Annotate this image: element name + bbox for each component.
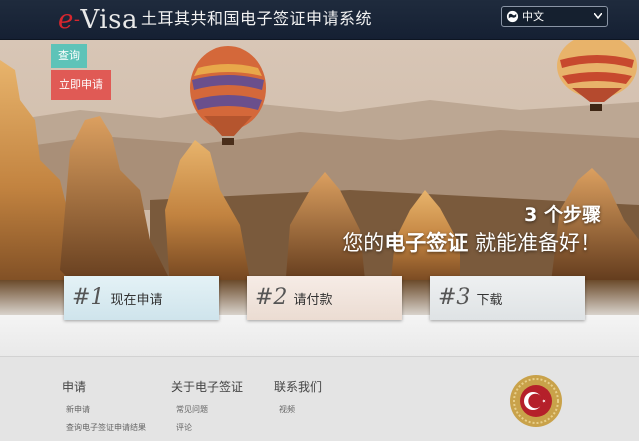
step-number: #2 (255, 285, 288, 310)
top-header: e-Visa 土耳其共和国电子签证申请系统 中文 (0, 0, 639, 40)
logo-dash: - (73, 9, 81, 30)
step-label: 现在申请 (110, 293, 163, 308)
footer-link-video[interactable]: 视频 (279, 405, 322, 415)
language-value: 中文 (522, 10, 544, 23)
headline-line2: 您的电子签证 就能准备好！ (342, 228, 601, 258)
footer-link-comments[interactable]: 评论 (176, 423, 243, 433)
footer-column-title: 申请 (62, 380, 87, 394)
headline-line1: 3 个步骤 (524, 204, 601, 226)
evisa-logo[interactable]: e-Visa (58, 5, 138, 38)
footer-column-about: 关于电子签证 常见问题 评论 (171, 379, 243, 433)
apply-now-button[interactable]: 立即申请 (51, 70, 111, 100)
step-card-download[interactable]: #3 下载 (430, 276, 585, 320)
site-title: 土耳其共和国电子签证申请系统 (141, 9, 373, 28)
logo-text: Visa (80, 5, 138, 35)
headline-pre: 您的 (342, 231, 385, 255)
step-number: #3 (438, 285, 471, 310)
headline-post: 就能准备好！ (468, 231, 601, 255)
headline-bold: 电子签证 (384, 231, 469, 255)
globe-icon (506, 10, 519, 23)
logo-e: e (58, 5, 74, 35)
step-card-pay[interactable]: #2 请付款 (247, 276, 402, 320)
footer-link-faq[interactable]: 常见问题 (176, 405, 243, 415)
step-number: #1 (72, 285, 105, 310)
footer-column-title: 关于电子签证 (171, 380, 244, 394)
query-button[interactable]: 查询 (51, 44, 87, 68)
footer-link-check-status[interactable]: 查询电子签证申请结果 (66, 423, 146, 433)
footer-link-new-application[interactable]: 新申请 (66, 405, 146, 415)
turkey-seal-icon (510, 375, 562, 427)
content-band (0, 315, 639, 356)
footer-column-title: 联系我们 (274, 380, 323, 394)
language-select[interactable]: 中文 (501, 6, 608, 27)
steps-headline: 3 个步骤 您的电子签证 就能准备好！ (342, 202, 601, 258)
step-label: 请付款 (293, 293, 333, 308)
step-label: 下载 (476, 293, 503, 308)
footer-column-contact: 联系我们 视频 (274, 379, 322, 415)
chevron-down-icon (594, 13, 602, 19)
footer-column-apply: 申请 新申请 查询电子签证申请结果 (62, 379, 146, 433)
step-card-apply[interactable]: #1 现在申请 (64, 276, 219, 320)
hero-banner: 查询 立即申请 3 个步骤 您的电子签证 就能准备好！ (0, 40, 639, 315)
